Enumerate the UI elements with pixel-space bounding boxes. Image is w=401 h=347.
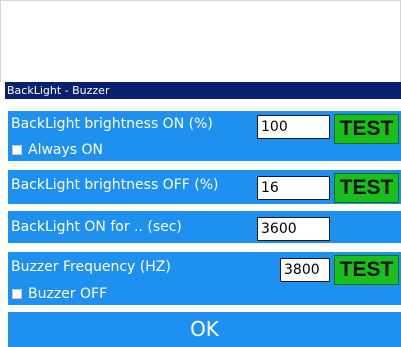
blank-top-area bbox=[0, 0, 401, 82]
brightness-on-input[interactable]: 100 bbox=[257, 115, 330, 139]
always-on-checkbox-box[interactable] bbox=[12, 145, 22, 155]
brightness-off-test-button[interactable]: TEST bbox=[334, 173, 399, 203]
brightness-off-panel: BackLight brightness OFF (%) 16 TEST bbox=[8, 170, 401, 204]
backlight-on-for-panel: BackLight ON for .. (sec) 3600 bbox=[8, 211, 401, 243]
backlight-on-for-label: BackLight ON for .. (sec) bbox=[11, 219, 182, 235]
buzzer-frequency-input[interactable]: 3800 bbox=[280, 258, 330, 282]
always-on-checkbox[interactable]: Always ON bbox=[12, 142, 103, 158]
ok-button[interactable]: OK bbox=[8, 312, 401, 347]
brightness-on-label: BackLight brightness ON (%) bbox=[11, 116, 213, 132]
brightness-on-panel: BackLight brightness ON (%) Always ON 10… bbox=[8, 111, 401, 161]
buzzer-off-checkbox[interactable]: Buzzer OFF bbox=[12, 286, 107, 302]
backlight-buzzer-dialog: BackLight - Buzzer BackLight brightness … bbox=[5, 82, 401, 347]
brightness-off-label: BackLight brightness OFF (%) bbox=[11, 177, 219, 193]
window-title: BackLight - Buzzer bbox=[5, 82, 401, 99]
buzzer-off-checkbox-box[interactable] bbox=[12, 289, 22, 299]
buzzer-test-button[interactable]: TEST bbox=[334, 255, 399, 285]
buzzer-off-label: Buzzer OFF bbox=[28, 286, 108, 302]
brightness-off-input[interactable]: 16 bbox=[257, 176, 330, 200]
buzzer-frequency-label: Buzzer Frequency (HZ) bbox=[11, 259, 171, 275]
buzzer-panel: Buzzer Frequency (HZ) Buzzer OFF 3800 TE… bbox=[8, 252, 401, 305]
backlight-on-for-input[interactable]: 3600 bbox=[257, 217, 330, 241]
brightness-on-test-button[interactable]: TEST bbox=[334, 114, 399, 144]
always-on-label: Always ON bbox=[28, 142, 104, 158]
